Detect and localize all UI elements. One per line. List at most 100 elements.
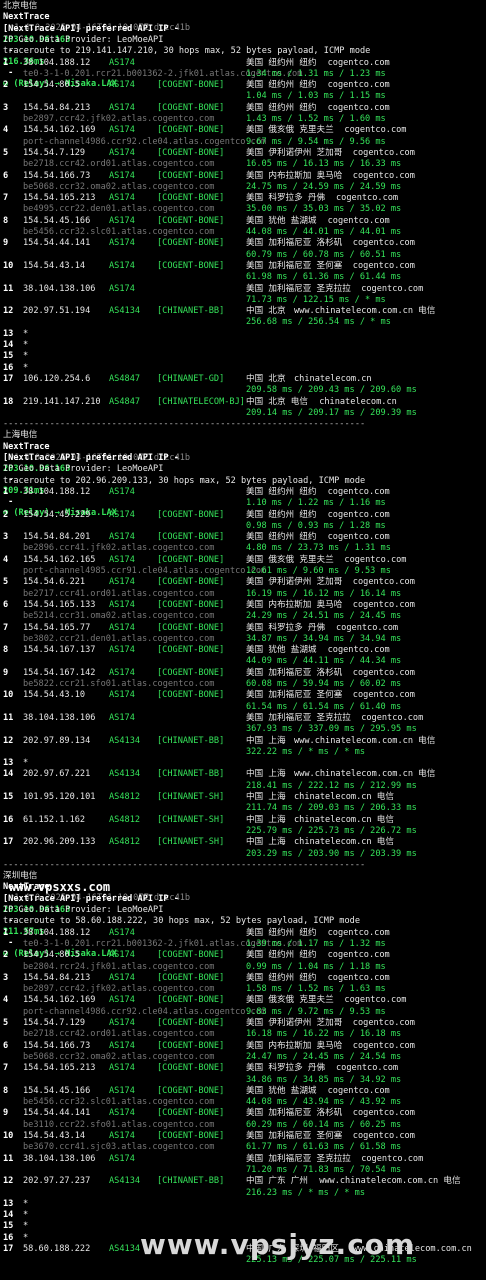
hop-row: 2 154.54.45.229 AS174 [COGENT-BONE] 美国 纽约州 纽… xyxy=(0,510,486,521)
hop-rdns: be5068.ccr32.oma02.atlas.cogentco.com xyxy=(23,181,215,192)
hop-row: 14 * xyxy=(0,340,486,351)
hop-detail-row: be5822.ccr21.sfo01.atlas.cogentco.com 60.… xyxy=(0,679,486,690)
hop-geo: 美国 加利福尼亚 洛杉矶 xyxy=(246,667,343,678)
hop-row: 18 219.141.147.210 AS4847 [CHINATELECOM-BJ]… xyxy=(0,397,486,408)
hop-timeout: * xyxy=(23,1221,29,1232)
hop-geo: 美国 犹他 盐湖城 xyxy=(246,215,317,226)
hop-row: 3 154.54.84.213 AS174 [COGENT-BONE] 美国 纽约州 纽… xyxy=(0,103,486,114)
hop-org: [COGENT-BONE] xyxy=(157,972,225,983)
hop-latency: 1.39 ms / 1.17 ms / 1.32 ms xyxy=(246,938,386,949)
hop-row: 14 202.97.67.221 AS4134 [CHINANET-BB] 中国 上海 w… xyxy=(0,769,486,780)
hop-detail-row: be5068.ccr32.oma02.atlas.cogentco.com 24.… xyxy=(0,1052,486,1063)
hop-detail-row: be2804.rcr24.jfk01.atlas.cogentco.com 0.9… xyxy=(0,962,486,973)
hop-number: 1 xyxy=(3,57,9,68)
hop-geo: 美国 伊利诺伊州 芝加哥 xyxy=(246,147,343,158)
section-title: 深圳电信 www.vpsxxs.com xyxy=(3,871,110,893)
hop-rdns: port-channel4986.ccr92.cle04.atlas.cogen… xyxy=(23,1006,267,1017)
hop-number: 13 xyxy=(3,1198,14,1209)
hop-ip: 154.54.162.169 xyxy=(23,125,96,136)
hop-ip: 154.54.162.169 xyxy=(23,995,96,1006)
hop-asn: AS4134 xyxy=(109,1176,141,1187)
hop-rdns: be2717.ccr41.ord01.atlas.cogentco.com xyxy=(23,588,215,599)
hop-ip: 154.54.44.141 xyxy=(23,1108,91,1119)
hop-asn: AS4812 xyxy=(109,792,141,802)
hop-domain: www.chinatelecom.com.cn 电信 xyxy=(294,735,436,746)
hop-latency: 34.86 ms / 34.85 ms / 34.92 ms xyxy=(246,1074,402,1085)
hop-latency: 1.34 ms / 1.31 ms / 1.23 ms xyxy=(246,68,386,79)
hop-domain: cogentco.com xyxy=(352,667,415,678)
app-name: NextTrace xyxy=(3,441,50,452)
hop-number: 17 xyxy=(3,837,14,848)
hop-rdns: be2718.ccr42.ord01.atlas.cogentco.com xyxy=(23,159,215,170)
hop-rdns: be2718.ccr42.ord01.atlas.cogentco.com xyxy=(23,1029,215,1040)
hop-number: 5 xyxy=(3,577,9,588)
hop-latency: 44.09 ms / 44.11 ms / 44.34 ms xyxy=(246,656,402,667)
hop-domain: cogentco.com xyxy=(361,1153,424,1164)
hop-org: [COGENT-BONE] xyxy=(157,532,225,543)
hop-number: 10 xyxy=(3,1131,14,1141)
hop-asn: AS174 xyxy=(109,238,135,249)
hop-ip: 154.54.162.165 xyxy=(23,554,96,565)
hop-latency: 71.20 ms / 71.83 ms / 70.54 ms xyxy=(246,1164,402,1175)
hop-asn: AS174 xyxy=(109,147,135,158)
hop-geo: 美国 纽约州 纽约 xyxy=(246,509,317,520)
api-label: [NextTrace API] preferred API IP - xyxy=(3,453,185,463)
hop-ip: 219.141.147.210 xyxy=(23,396,101,407)
hop-latency: 0.98 ms / 0.93 ms / 1.28 ms xyxy=(246,520,386,531)
hop-number: 5 xyxy=(3,147,9,158)
hop-org: [COGENT-BONE] xyxy=(157,170,225,181)
hop-geo: 美国 加利福尼亚 圣克拉拉 xyxy=(246,712,351,723)
hop-row: 6 154.54.166.73 AS174 [COGENT-BONE] 美国 内布拉斯加… xyxy=(0,1041,486,1052)
hop-asn: AS174 xyxy=(109,193,135,204)
hop-asn: AS4134 xyxy=(109,1244,141,1254)
hop-number: 12 xyxy=(3,1176,14,1187)
hop-number: 17 xyxy=(3,1244,14,1254)
hop-row: 12 202.97.27.237 AS4134 [CHINANET-BB] 中国 广东 … xyxy=(0,1176,486,1187)
hop-org: [COGENT-BONE] xyxy=(157,599,225,610)
hop-asn: AS174 xyxy=(109,260,135,271)
hop-domain: cogentco.com xyxy=(327,215,390,226)
hop-row: 7 154.54.165.77 AS174 [COGENT-BONE] 美国 科罗拉多 … xyxy=(0,623,486,634)
hop-ip: 154.54.80.5 xyxy=(23,950,80,961)
hop-domain: cogentco.com xyxy=(352,1040,415,1051)
hop-rdns: port-channel4986.ccr92.cle04.atlas.cogen… xyxy=(23,136,267,147)
hop-detail-row: be3802.ccr21.den01.atlas.cogentco.com 34.… xyxy=(0,634,486,645)
hop-org: [COGENT-BONE] xyxy=(157,554,225,565)
hop-detail-row: port-channel4986.ccr92.cle04.atlas.cogen… xyxy=(0,1007,486,1018)
hop-domain: cogentco.com xyxy=(327,102,390,113)
hop-number: 9 xyxy=(3,1108,9,1119)
hop-detail-row: 71.73 ms / 122.15 ms / * ms xyxy=(0,295,486,306)
hop-row: 5 154.54.6.221 AS174 [COGENT-BONE] 美国 伊利诺伊州 … xyxy=(0,577,486,588)
hop-rdns: be5456.ccr32.slc01.atlas.cogentco.com xyxy=(23,1097,215,1108)
hop-detail-row: 256.68 ms / 256.54 ms / * ms xyxy=(0,317,486,328)
hop-domain: cogentco.com xyxy=(352,1018,415,1028)
hop-geo: 美国 加利福尼亚 圣何塞 xyxy=(246,260,343,271)
hop-detail-row: 1.10 ms / 1.22 ms / 1.16 ms xyxy=(0,498,486,509)
hop-org: [COGENT-BONE] xyxy=(157,509,225,520)
hop-domain: cogentco.com xyxy=(361,283,424,294)
hop-number: 8 xyxy=(3,215,9,226)
hop-latency: 12.61 ms / 9.60 ms / 9.53 ms xyxy=(246,566,391,576)
hop-ip: 154.54.84.213 xyxy=(23,972,91,983)
hop-detail-row: 367.93 ms / 337.09 ms / 295.95 ms xyxy=(0,724,486,735)
hop-geo: 美国 科罗拉多 丹佛 xyxy=(246,622,326,633)
api-label: [NextTrace API] preferred API IP - xyxy=(3,893,185,904)
hop-row: 10 154.54.43.14 AS174 [COGENT-BONE] 美国 加利福尼亚… xyxy=(0,261,486,272)
hop-asn: AS174 xyxy=(109,57,135,68)
hop-number: 13 xyxy=(3,328,14,339)
hop-geo: 美国 内布拉斯加 奥马哈 xyxy=(246,599,343,610)
app-version-line: NextTrace v1.4.0 2025-04-16T01:10:07Z dcc… xyxy=(3,441,190,463)
hop-detail-row: 61.54 ms / 61.54 ms / 61.40 ms xyxy=(0,702,486,713)
hop-rdns: be3802.ccr21.den01.atlas.cogentco.com xyxy=(23,633,215,644)
hop-ip: 154.54.84.213 xyxy=(23,102,91,113)
hop-row: 1 38.104.188.12 AS174 美国 纽约州 纽约 cogentco.com xyxy=(0,928,486,939)
hop-asn: AS174 xyxy=(109,667,135,678)
hop-latency: 0.99 ms / 1.04 ms / 1.18 ms xyxy=(246,961,386,972)
hop-asn: AS4847 xyxy=(109,373,141,384)
hop-asn: AS174 xyxy=(109,102,135,113)
hop-ip: 202.97.89.134 xyxy=(23,735,91,746)
section-title-text: 北京电信 xyxy=(3,1,38,11)
hop-latency: 61.54 ms / 61.54 ms / 61.40 ms xyxy=(246,701,402,712)
hop-asn: AS174 xyxy=(109,509,135,520)
hop-asn: AS4134 xyxy=(109,306,141,317)
